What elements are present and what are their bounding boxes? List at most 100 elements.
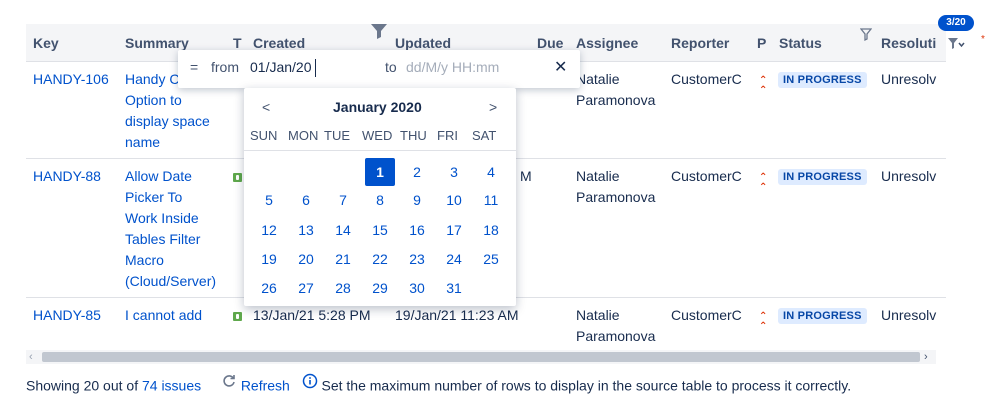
- calendar-day[interactable]: 22: [365, 245, 395, 273]
- story-type-icon: [233, 312, 242, 321]
- calendar-day[interactable]: 14: [328, 216, 358, 244]
- column-resolution[interactable]: Resoluti: [881, 35, 936, 51]
- calendar-day[interactable]: 4: [476, 158, 506, 186]
- column-assignee[interactable]: Assignee: [576, 35, 638, 51]
- summary-line: Macro: [125, 252, 164, 268]
- assignee-line: Natalie: [576, 71, 620, 87]
- column-priority[interactable]: P: [757, 35, 766, 51]
- issue-key[interactable]: HANDY-88: [33, 166, 101, 187]
- summary-line: I cannot add: [125, 307, 203, 323]
- calendar-day[interactable]: 19: [254, 245, 284, 273]
- calendar-day[interactable]: 31: [439, 274, 469, 302]
- status-badge: IN PROGRESS: [778, 169, 867, 185]
- calendar-day[interactable]: 10: [439, 186, 469, 214]
- calendar-day[interactable]: 12: [254, 216, 284, 244]
- column-type[interactable]: T: [233, 35, 242, 51]
- calendar-day[interactable]: 25: [476, 245, 506, 273]
- calendar-day[interactable]: 20: [291, 245, 321, 273]
- reporter: CustomerC: [671, 307, 742, 323]
- info-icon: [302, 373, 317, 389]
- calendar-day[interactable]: 5: [254, 186, 284, 214]
- calendar-day[interactable]: 13: [291, 216, 321, 244]
- date-picker-calendar: < January 2020 > SUN MON TUE WED THU FRI SAT 1…: [244, 88, 516, 306]
- refresh-icon[interactable]: [221, 373, 237, 389]
- showing-count-text: Showing 20 out of: [26, 377, 139, 394]
- column-summary[interactable]: Summary: [125, 35, 189, 51]
- calendar-day[interactable]: 8: [365, 186, 395, 214]
- calendar-day[interactable]: 9: [402, 186, 432, 214]
- reporter: CustomerC: [671, 168, 742, 184]
- calendar-day[interactable]: 17: [439, 216, 469, 244]
- calendar-day[interactable]: 3: [439, 158, 469, 186]
- assignee: Natalie Paramonova: [576, 69, 655, 111]
- row-counter-badge: 3/20: [938, 15, 974, 31]
- summary-line: Option to: [125, 92, 182, 108]
- weekday-label: WED: [362, 128, 393, 143]
- calendar-day[interactable]: 7: [328, 186, 358, 214]
- calendar-day[interactable]: 16: [402, 216, 432, 244]
- weekday-label: FRI: [437, 128, 458, 143]
- calendar-day[interactable]: 29: [365, 274, 395, 302]
- to-date-input[interactable]: dd/M/y HH:mm: [406, 59, 499, 75]
- assignee-line: Paramonova: [576, 189, 656, 205]
- scroll-left-icon[interactable]: ‹: [29, 350, 33, 364]
- calendar-day[interactable]: 26: [254, 274, 284, 302]
- issue-summary[interactable]: I cannot add: [125, 305, 202, 326]
- column-updated[interactable]: Updated: [395, 35, 451, 51]
- issue-key[interactable]: HANDY-106: [33, 69, 109, 90]
- calendar-day[interactable]: 11: [476, 186, 506, 214]
- filter-operator: =: [190, 59, 199, 75]
- calendar-divider: [244, 150, 516, 151]
- calendar-day[interactable]: 28: [328, 274, 358, 302]
- active-filter-icon[interactable]: [370, 22, 388, 42]
- calendar-day[interactable]: 2: [402, 158, 432, 186]
- issue-key[interactable]: HANDY-85: [33, 305, 101, 326]
- from-date-input[interactable]: 01/Jan/20: [250, 59, 312, 75]
- column-status[interactable]: Status: [779, 35, 822, 51]
- summary-line: Work Inside: [125, 210, 199, 226]
- calendar-day[interactable]: 27: [291, 274, 321, 302]
- calendar-day[interactable]: 21: [328, 245, 358, 273]
- updated-date: M: [520, 168, 532, 184]
- calendar-day[interactable]: 15: [365, 216, 395, 244]
- weekday-label: THU: [400, 128, 427, 143]
- priority-high-icon: ⌃ ⌃: [759, 75, 768, 96]
- weekday-label: SUN: [250, 128, 278, 143]
- reporter: CustomerC: [671, 71, 742, 87]
- month-title: January 2020: [333, 99, 422, 115]
- summary-line: (Cloud/Server): [125, 273, 217, 289]
- calendar-day[interactable]: 1: [365, 158, 395, 186]
- priority-high-icon: ⌃ ⌃: [759, 311, 768, 332]
- column-key[interactable]: Key: [33, 35, 59, 51]
- calendar-day[interactable]: 30: [402, 274, 432, 302]
- assignee: Natalie Paramonova: [576, 166, 655, 208]
- assignee: Natalie Paramonova: [576, 305, 655, 347]
- issue-summary[interactable]: Allow Date Picker To Work Inside Tables …: [125, 166, 216, 292]
- horizontal-scrollbar[interactable]: ‹ ›: [26, 350, 936, 364]
- resolution: Unresolv: [881, 168, 937, 184]
- total-issues-link[interactable]: 74 issues: [142, 377, 201, 393]
- scroll-right-icon[interactable]: ›: [924, 350, 928, 364]
- calendar-day[interactable]: 6: [291, 186, 321, 214]
- info-text: Set the maximum number of rows to displa…: [321, 377, 852, 394]
- column-reporter[interactable]: Reporter: [671, 35, 729, 51]
- next-month-button[interactable]: >: [489, 99, 497, 115]
- column-due[interactable]: Due: [537, 35, 563, 51]
- assignee-line: Natalie: [576, 168, 620, 184]
- prev-month-button[interactable]: <: [262, 99, 270, 115]
- column-created[interactable]: Created: [253, 35, 305, 51]
- created-date: 13/Jan/21 5:28 PM: [253, 307, 371, 323]
- scroll-thumb[interactable]: [42, 352, 920, 362]
- summary-line: Picker To: [125, 189, 183, 205]
- text-cursor: [315, 59, 316, 77]
- calendar-day[interactable]: 23: [402, 245, 432, 273]
- filter-dropdown-icon[interactable]: [947, 37, 965, 51]
- date-filter-popup: = from 01/Jan/20 to dd/M/y HH:mm ✕: [178, 50, 580, 88]
- close-icon[interactable]: ✕: [554, 57, 567, 77]
- calendar-day[interactable]: 24: [439, 245, 469, 273]
- refresh-link[interactable]: Refresh: [241, 377, 290, 393]
- status-badge: IN PROGRESS: [778, 72, 867, 88]
- filter-icon[interactable]: [860, 28, 872, 42]
- calendar-day[interactable]: 18: [476, 216, 506, 244]
- assignee-line: Paramonova: [576, 328, 656, 344]
